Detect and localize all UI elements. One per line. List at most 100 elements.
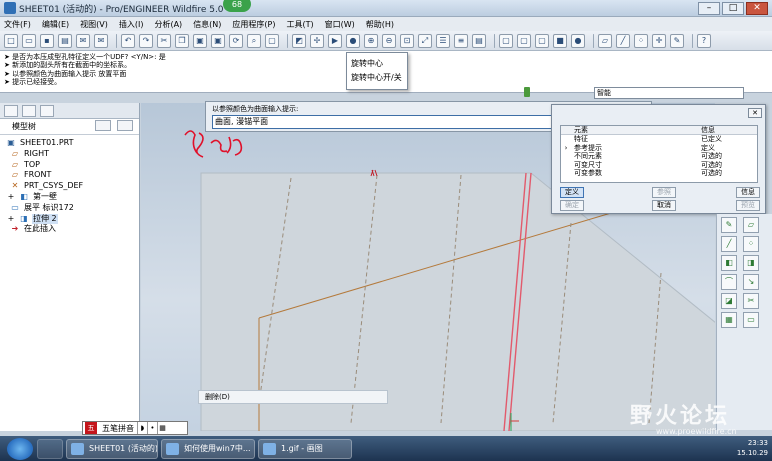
menu-tools[interactable]: 工具(T) — [287, 19, 314, 30]
tree-item-part[interactable]: ▣ SHEET01.PRT — [6, 138, 139, 149]
menu-insert[interactable]: 插入(I) — [119, 19, 144, 30]
preview-button[interactable]: 预览 — [736, 200, 760, 211]
flatten-tool-icon[interactable]: ▭ — [743, 312, 759, 328]
selection-filter-select[interactable]: 智能 — [594, 87, 744, 99]
regenerate-icon[interactable]: ⟳ — [229, 33, 243, 48]
ime-label[interactable]: 五笔拼音 — [99, 423, 137, 434]
table-row[interactable]: 特征 已定义 — [561, 135, 757, 144]
datum-point-tool-icon[interactable]: ⁘ — [743, 236, 759, 252]
menu-view[interactable]: 视图(V) — [80, 19, 108, 30]
expand-icon[interactable]: + — [6, 192, 16, 203]
layers-icon[interactable]: ≡ — [454, 33, 468, 48]
datum-plane-display-icon[interactable]: ▱ — [598, 33, 612, 48]
favorites-tab-icon[interactable] — [40, 104, 54, 117]
tree-item-front[interactable]: ▱ FRONT — [6, 170, 139, 181]
minimize-button[interactable]: – — [698, 2, 720, 15]
context-delete-bar[interactable]: 删除(D) — [198, 390, 388, 404]
bend-icon[interactable]: ⌒ — [721, 274, 737, 290]
taskbar-pinned-app-icon[interactable] — [37, 438, 63, 459]
sketch-icon[interactable]: ✎ — [721, 217, 737, 233]
datum-axis-tool-icon[interactable]: ╱ — [721, 236, 737, 252]
copy-icon[interactable]: ❐ — [175, 33, 189, 48]
redo-icon[interactable]: ↷ — [139, 33, 153, 48]
form-icon[interactable]: ▦ — [721, 312, 737, 328]
tree-item-right[interactable]: ▱ RIGHT — [6, 149, 139, 160]
shading-icon[interactable]: ■ — [553, 33, 567, 48]
cut-icon[interactable]: ✂ — [157, 33, 171, 48]
print-icon[interactable]: ▤ — [58, 33, 72, 48]
wireframe-icon[interactable]: ▢ — [499, 33, 513, 48]
ime-softkey-icon[interactable]: ▦ — [157, 422, 167, 434]
view-manager-icon[interactable]: ▤ — [472, 33, 486, 48]
hidden-line-icon[interactable]: ▢ — [517, 33, 531, 48]
display-style-icon[interactable]: ◩ — [292, 33, 306, 48]
folder-tab-icon[interactable] — [22, 104, 36, 117]
paste-icon[interactable]: ▣ — [193, 33, 207, 48]
popup-item-spin-center-toggle[interactable]: 旋转中心开/关 — [351, 71, 403, 85]
paste-special-icon[interactable]: ▣ — [211, 33, 225, 48]
datum-axis-display-icon[interactable]: ╱ — [616, 33, 630, 48]
info-button[interactable]: 信息 — [736, 187, 760, 198]
flat-wall-icon[interactable]: ◧ — [721, 255, 737, 271]
cancel-button[interactable]: 取消 — [652, 200, 676, 211]
table-row[interactable]: 不同元素 可选的 — [561, 152, 757, 161]
select-box-icon[interactable]: ▢ — [265, 33, 279, 48]
menu-analysis[interactable]: 分析(A) — [154, 19, 182, 30]
datum-plane-tool-icon[interactable]: ▱ — [743, 217, 759, 233]
menu-file[interactable]: 文件(F) — [4, 19, 31, 30]
find-icon[interactable]: ⌕ — [247, 33, 261, 48]
csys-display-icon[interactable]: ✛ — [652, 33, 666, 48]
taskbar-item-browser[interactable]: 如何使用win7中... — [161, 438, 255, 459]
save-icon[interactable]: ▪ — [40, 33, 54, 48]
email-link-icon[interactable]: ✉ — [94, 33, 108, 48]
ime-halfwidth-icon[interactable]: ◗ — [137, 422, 147, 434]
taskbar-item-paint[interactable]: 1.gif - 画图 — [258, 438, 352, 459]
corner-relief-icon[interactable]: ◪ — [721, 293, 737, 309]
reference-button[interactable]: 参照 — [652, 187, 676, 198]
tree-item-extrude[interactable]: + ◨ 拉伸 2 — [6, 213, 139, 225]
dialog-close-icon[interactable]: ✕ — [748, 108, 762, 118]
tree-item-first-wall[interactable]: + ◧ 第一壁 — [6, 192, 139, 203]
table-row[interactable]: › 参考提示 定义 — [561, 144, 757, 153]
rip-icon[interactable]: ✂ — [743, 293, 759, 309]
unbend-icon[interactable]: ↘ — [743, 274, 759, 290]
maximize-button[interactable]: □ — [722, 2, 744, 15]
menu-edit[interactable]: 编辑(E) — [42, 19, 69, 30]
datum-point-display-icon[interactable]: ⁘ — [634, 33, 648, 48]
annotation-display-icon[interactable]: ✎ — [670, 33, 684, 48]
model-tree-tab-icon[interactable] — [4, 104, 18, 117]
model-tree-icon[interactable]: ● — [571, 33, 585, 48]
menu-help[interactable]: 帮助(H) — [366, 19, 394, 30]
email-icon[interactable]: ✉ — [76, 33, 90, 48]
popup-item-spin-center[interactable]: 旋转中心 — [351, 57, 403, 71]
undo-icon[interactable]: ↶ — [121, 33, 135, 48]
extrude-tool-icon[interactable]: ◨ — [743, 255, 759, 271]
tree-item-top[interactable]: ▱ TOP — [6, 160, 139, 171]
tree-item-insert-here[interactable]: ➔ 在此插入 — [6, 224, 139, 235]
zoom-in-icon[interactable]: ⊕ — [364, 33, 378, 48]
open-icon[interactable]: ▭ — [22, 33, 36, 48]
define-button[interactable]: 定义 — [560, 187, 584, 198]
orient-icon[interactable]: ▶ — [328, 33, 342, 48]
appearance-icon[interactable]: ● — [346, 33, 360, 48]
taskbar-item-proe[interactable]: SHEET01 (活动的)... — [66, 438, 158, 459]
expand-icon[interactable]: + — [6, 214, 16, 225]
reorient-icon[interactable]: ⤢ — [418, 33, 432, 48]
tree-show-icon[interactable] — [117, 120, 133, 131]
refit-icon[interactable]: ⊡ — [400, 33, 414, 48]
start-button[interactable] — [7, 437, 33, 460]
tree-item-csys[interactable]: ✕ PRT_CSYS_DEF — [6, 181, 139, 192]
no-hidden-icon[interactable]: ▢ — [535, 33, 549, 48]
menu-window[interactable]: 窗口(W) — [325, 19, 355, 30]
context-help-icon[interactable]: ? — [697, 33, 711, 48]
clock-time[interactable]: 23:33 — [737, 438, 768, 448]
table-row[interactable]: 可变参数 可选的 — [561, 169, 757, 178]
menu-applications[interactable]: 应用程序(P) — [232, 19, 275, 30]
confirm-button[interactable]: 确定 — [560, 200, 584, 211]
zoom-out-icon[interactable]: ⊖ — [382, 33, 396, 48]
ime-punctuation-icon[interactable]: • — [147, 422, 157, 434]
clock-date[interactable]: 15.10.29 — [737, 448, 768, 458]
saved-views-icon[interactable]: ☰ — [436, 33, 450, 48]
tree-settings-icon[interactable] — [95, 120, 112, 131]
new-icon[interactable]: □ — [4, 33, 18, 48]
